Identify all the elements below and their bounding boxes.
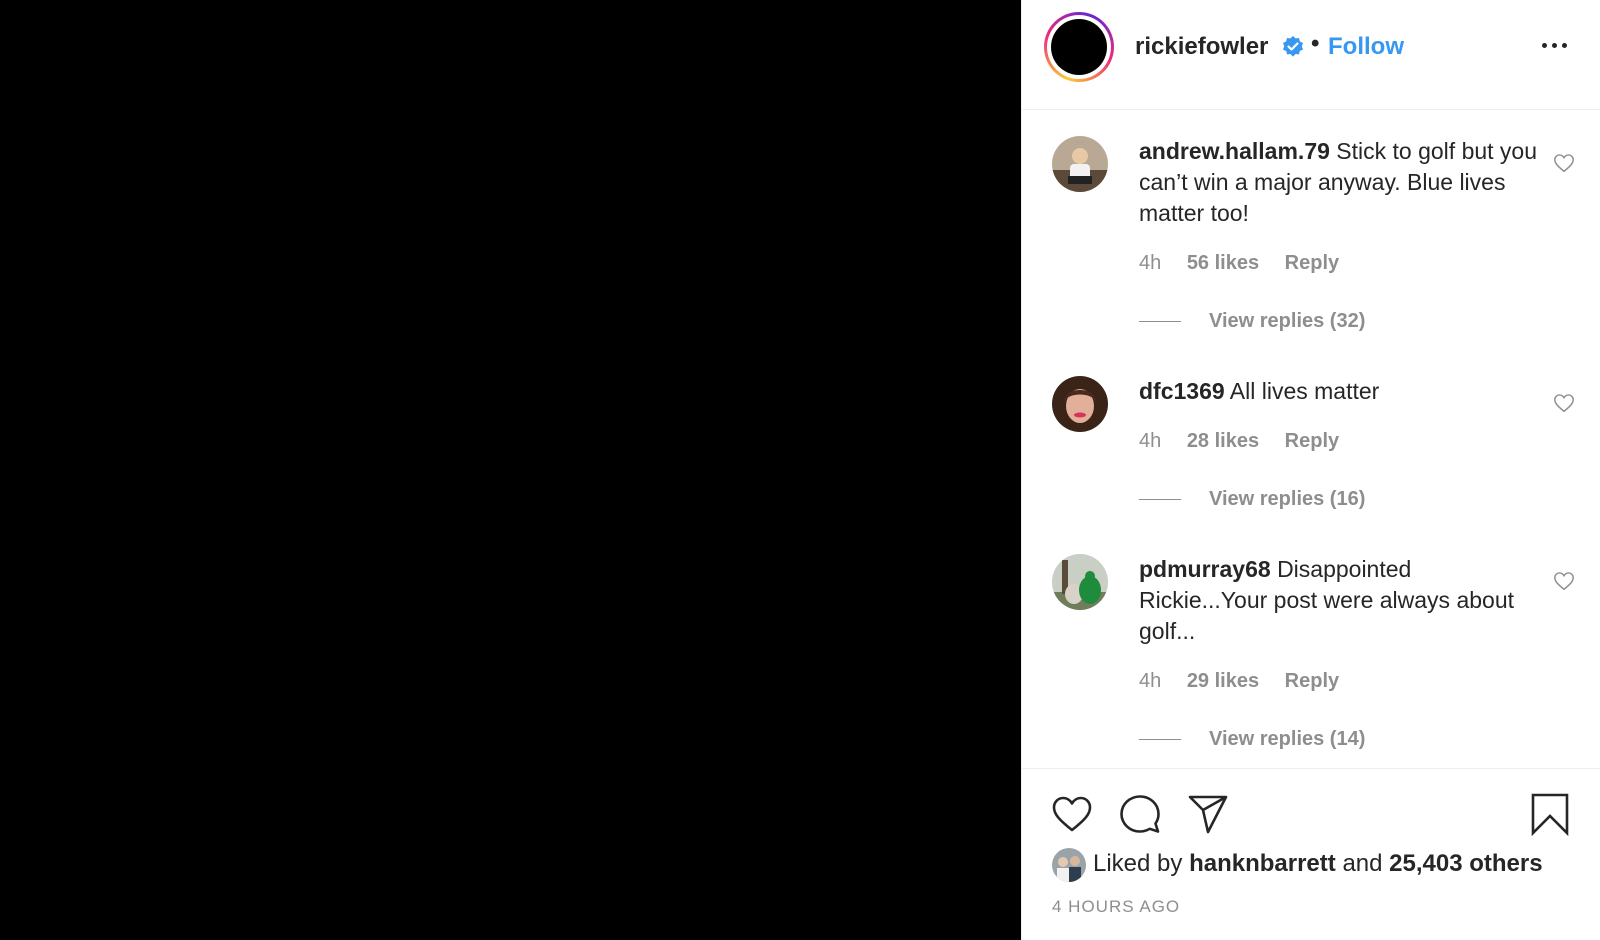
likes-prefix: Liked by [1093,850,1183,877]
commenter-avatar[interactable] [1052,376,1108,432]
comment-meta: 4h 56 likes Reply [1139,252,1359,275]
profile-avatar[interactable] [1044,12,1114,82]
reply-button[interactable]: Reply [1285,670,1339,692]
comment-time[interactable]: 4h [1139,670,1161,692]
separator-dot: • [1311,30,1320,57]
likes-middle: and [1342,850,1383,877]
comment-username[interactable]: dfc1369 [1139,378,1225,404]
comments-list[interactable]: andrew.hallam.79 Stick to golf but you c… [1022,111,1600,769]
comment-likes[interactable]: 29 likes [1187,670,1259,692]
liker-username[interactable]: hanknbarrett [1189,850,1336,877]
view-replies-button[interactable]: View replies (16) [1139,488,1365,511]
likes-others[interactable]: 25,403 others [1389,850,1542,877]
more-options-icon[interactable] [1542,34,1582,58]
heart-icon[interactable] [1050,792,1094,836]
comment-meta: 4h 29 likes Reply [1139,670,1359,693]
reply-button[interactable]: Reply [1285,252,1339,274]
comment-heart-icon[interactable] [1553,392,1575,414]
follow-button[interactable]: Follow [1328,33,1404,61]
likes-text: Liked by hanknbarrett and 25,403 others [1093,850,1543,878]
comment-username[interactable]: andrew.hallam.79 [1139,138,1330,164]
commenter-avatar[interactable] [1052,554,1108,610]
comment-time[interactable]: 4h [1139,252,1161,274]
view-replies-label: View replies (32) [1209,310,1366,332]
comment-text: pdmurray68 Disappointed Rickie...Your po… [1139,554,1539,647]
comment-likes[interactable]: 56 likes [1187,252,1259,274]
reply-button[interactable]: Reply [1285,430,1339,452]
view-replies-button[interactable]: View replies (32) [1139,310,1365,333]
comment-username[interactable]: pdmurray68 [1139,556,1271,582]
comment-icon[interactable] [1118,792,1162,836]
post-side-panel: rickiefowler • Follow andrew.hallam.79 S… [1021,0,1600,940]
share-icon[interactable] [1186,792,1230,836]
bookmark-icon[interactable] [1528,792,1572,836]
view-replies-label: View replies (16) [1209,488,1366,510]
verified-badge-icon [1283,36,1303,57]
comment-heart-icon[interactable] [1553,570,1575,592]
actions-divider [1022,768,1600,769]
comment-likes[interactable]: 28 likes [1187,430,1259,452]
comment-time[interactable]: 4h [1139,430,1161,452]
comment-text: dfc1369 All lives matter [1139,376,1539,407]
comment-meta: 4h 28 likes Reply [1139,430,1359,453]
comment-body: All lives matter [1229,378,1380,404]
post-media[interactable] [0,0,1021,940]
commenter-avatar[interactable] [1052,136,1108,192]
view-replies-label: View replies (14) [1209,728,1366,750]
post-timestamp[interactable]: 4 HOURS AGO [1052,897,1180,917]
comment-heart-icon[interactable] [1553,152,1575,174]
view-replies-button[interactable]: View replies (14) [1139,728,1365,751]
post-header: rickiefowler • Follow [1022,0,1600,110]
post-username[interactable]: rickiefowler [1135,33,1268,61]
liker-avatar[interactable] [1052,848,1086,882]
comment-text: andrew.hallam.79 Stick to golf but you c… [1139,136,1539,229]
